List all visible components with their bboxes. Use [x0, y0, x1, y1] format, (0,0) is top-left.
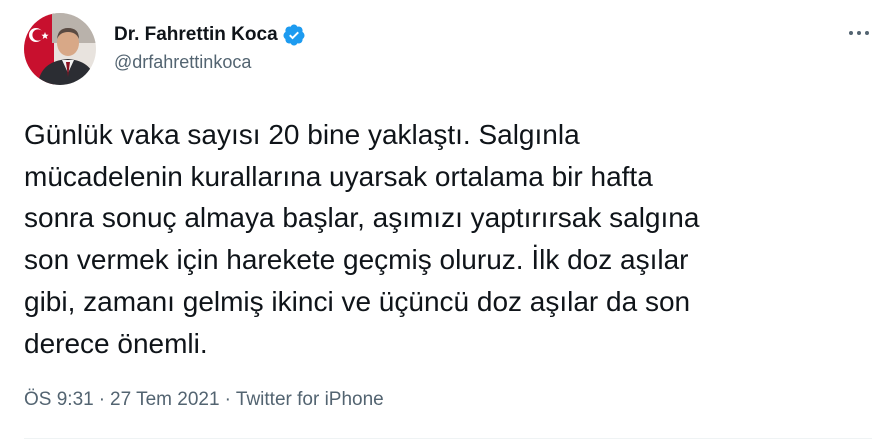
tweet-text: Günlük vaka sayısı 20 bine yaklaştı. Sal…	[24, 119, 700, 359]
tweet-source[interactable]: Twitter for iPhone	[236, 389, 384, 411]
meta-separator: ·	[98, 389, 106, 410]
author-handle[interactable]: @drfahrettinkoca	[114, 52, 251, 73]
divider	[24, 438, 872, 439]
author-name-row: Dr. Fahrettin Koca	[114, 22, 306, 48]
author-display-name[interactable]: Dr. Fahrettin Koca	[114, 24, 278, 46]
tweet-metadata: ÖS 9:31 · 27 Tem 2021 · Twitter for iPho…	[24, 389, 384, 411]
avatar[interactable]	[24, 13, 96, 85]
tweet-time[interactable]: ÖS 9:31	[24, 389, 94, 411]
more-dots-icon	[849, 31, 869, 35]
more-options-button[interactable]	[838, 18, 880, 48]
tweet-date[interactable]: 27 Tem 2021	[110, 389, 220, 411]
profile-photo-icon	[24, 13, 96, 85]
tweet-card: Dr. Fahrettin Koca @drfahrettinkoca Günl…	[0, 0, 896, 443]
meta-separator: ·	[224, 389, 231, 410]
verified-badge-icon	[282, 23, 306, 47]
